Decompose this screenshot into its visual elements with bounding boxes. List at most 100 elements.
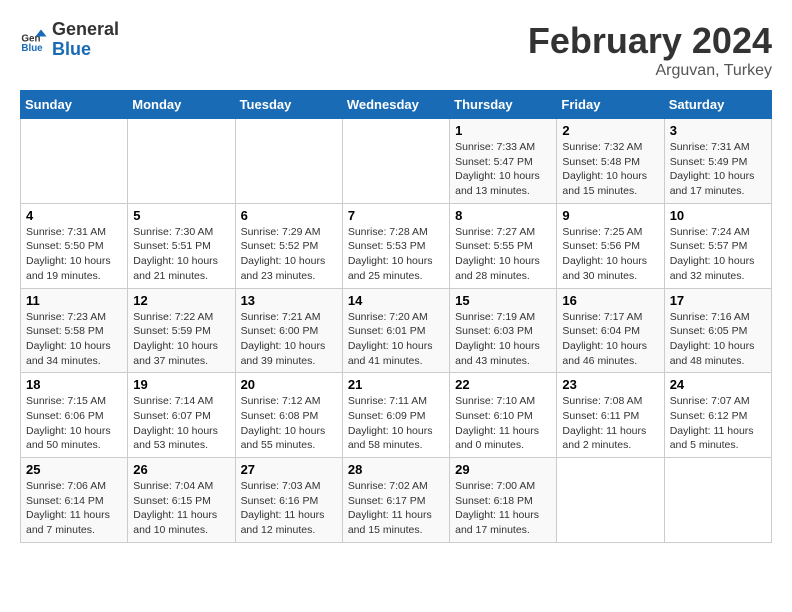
- day-info: Sunrise: 7:10 AM Sunset: 6:10 PM Dayligh…: [455, 394, 551, 453]
- day-info: Sunrise: 7:25 AM Sunset: 5:56 PM Dayligh…: [562, 225, 658, 284]
- header-friday: Friday: [557, 91, 664, 119]
- calendar-cell: 22 Sunrise: 7:10 AM Sunset: 6:10 PM Dayli…: [450, 373, 557, 458]
- logo: Gen Blue General Blue: [20, 20, 119, 60]
- day-info: Sunrise: 7:08 AM Sunset: 6:11 PM Dayligh…: [562, 394, 658, 453]
- day-number: 25: [26, 462, 122, 477]
- svg-text:Blue: Blue: [21, 43, 43, 54]
- calendar-cell: [664, 458, 771, 543]
- calendar-cell: 15 Sunrise: 7:19 AM Sunset: 6:03 PM Dayli…: [450, 288, 557, 373]
- header-saturday: Saturday: [664, 91, 771, 119]
- day-info: Sunrise: 7:27 AM Sunset: 5:55 PM Dayligh…: [455, 225, 551, 284]
- title-block: February 2024 Arguvan, Turkey: [528, 20, 772, 80]
- calendar-cell: 16 Sunrise: 7:17 AM Sunset: 6:04 PM Dayli…: [557, 288, 664, 373]
- day-info: Sunrise: 7:31 AM Sunset: 5:49 PM Dayligh…: [670, 140, 766, 199]
- day-number: 26: [133, 462, 229, 477]
- day-number: 14: [348, 293, 444, 308]
- logo-general: General: [52, 20, 119, 40]
- week-row-1: 4Sunrise: 7:31 AM Sunset: 5:50 PM Daylig…: [21, 203, 772, 288]
- day-info: Sunrise: 7:03 AM Sunset: 6:16 PM Dayligh…: [241, 479, 337, 538]
- calendar-cell: 11 Sunrise: 7:23 AM Sunset: 5:58 PM Dayli…: [21, 288, 128, 373]
- week-row-4: 25 Sunrise: 7:06 AM Sunset: 6:14 PM Dayli…: [21, 458, 772, 543]
- day-info: Sunrise: 7:06 AM Sunset: 6:14 PM Dayligh…: [26, 479, 122, 538]
- day-number: 16: [562, 293, 658, 308]
- day-info: Sunrise: 7:07 AM Sunset: 6:12 PM Dayligh…: [670, 394, 766, 453]
- calendar-cell: [342, 119, 449, 204]
- calendar-cell: 26 Sunrise: 7:04 AM Sunset: 6:15 PM Dayli…: [128, 458, 235, 543]
- calendar-title: February 2024: [528, 20, 772, 62]
- page-header: Gen Blue General Blue February 2024 Argu…: [20, 20, 772, 80]
- day-info: Sunrise: 7:15 AM Sunset: 6:06 PM Dayligh…: [26, 394, 122, 453]
- day-number: 6: [241, 208, 337, 223]
- calendar-cell: 8 Sunrise: 7:27 AM Sunset: 5:55 PM Daylig…: [450, 203, 557, 288]
- day-info: Sunrise: 7:31 AM Sunset: 5:50 PM Dayligh…: [26, 225, 122, 284]
- calendar-cell: 19Sunrise: 7:14 AM Sunset: 6:07 PM Dayli…: [128, 373, 235, 458]
- calendar-cell: 24 Sunrise: 7:07 AM Sunset: 6:12 PM Dayli…: [664, 373, 771, 458]
- calendar-cell: 6 Sunrise: 7:29 AM Sunset: 5:52 PM Daylig…: [235, 203, 342, 288]
- day-info: Sunrise: 7:29 AM Sunset: 5:52 PM Dayligh…: [241, 225, 337, 284]
- day-info: Sunrise: 7:30 AM Sunset: 5:51 PM Dayligh…: [133, 225, 229, 284]
- calendar-cell: 18 Sunrise: 7:15 AM Sunset: 6:06 PM Dayli…: [21, 373, 128, 458]
- day-info: Sunrise: 7:21 AM Sunset: 6:00 PM Dayligh…: [241, 310, 337, 369]
- day-info: Sunrise: 7:28 AM Sunset: 5:53 PM Dayligh…: [348, 225, 444, 284]
- logo-icon: Gen Blue: [20, 26, 48, 54]
- day-info: Sunrise: 7:17 AM Sunset: 6:04 PM Dayligh…: [562, 310, 658, 369]
- calendar-subtitle: Arguvan, Turkey: [528, 62, 772, 80]
- calendar-cell: [128, 119, 235, 204]
- calendar-cell: 23 Sunrise: 7:08 AM Sunset: 6:11 PM Dayli…: [557, 373, 664, 458]
- calendar-cell: 7 Sunrise: 7:28 AM Sunset: 5:53 PM Daylig…: [342, 203, 449, 288]
- day-info: Sunrise: 7:33 AM Sunset: 5:47 PM Dayligh…: [455, 140, 551, 199]
- day-number: 10: [670, 208, 766, 223]
- header-monday: Monday: [128, 91, 235, 119]
- day-number: 29: [455, 462, 551, 477]
- calendar-cell: 25 Sunrise: 7:06 AM Sunset: 6:14 PM Dayli…: [21, 458, 128, 543]
- logo-blue: Blue: [52, 40, 119, 60]
- day-number: 12: [133, 293, 229, 308]
- day-info: Sunrise: 7:12 AM Sunset: 6:08 PM Dayligh…: [241, 394, 337, 453]
- day-number: 8: [455, 208, 551, 223]
- calendar-cell: 12Sunrise: 7:22 AM Sunset: 5:59 PM Dayli…: [128, 288, 235, 373]
- day-number: 9: [562, 208, 658, 223]
- calendar-cell: [21, 119, 128, 204]
- calendar-cell: 2Sunrise: 7:32 AM Sunset: 5:48 PM Daylig…: [557, 119, 664, 204]
- day-number: 5: [133, 208, 229, 223]
- day-number: 11: [26, 293, 122, 308]
- header-thursday: Thursday: [450, 91, 557, 119]
- week-row-0: 1Sunrise: 7:33 AM Sunset: 5:47 PM Daylig…: [21, 119, 772, 204]
- calendar-header-row: SundayMondayTuesdayWednesdayThursdayFrid…: [21, 91, 772, 119]
- calendar-cell: 14 Sunrise: 7:20 AM Sunset: 6:01 PM Dayli…: [342, 288, 449, 373]
- day-number: 17: [670, 293, 766, 308]
- day-number: 15: [455, 293, 551, 308]
- calendar-cell: 5 Sunrise: 7:30 AM Sunset: 5:51 PM Daylig…: [128, 203, 235, 288]
- calendar-table: SundayMondayTuesdayWednesdayThursdayFrid…: [20, 90, 772, 543]
- calendar-cell: 17 Sunrise: 7:16 AM Sunset: 6:05 PM Dayli…: [664, 288, 771, 373]
- day-info: Sunrise: 7:23 AM Sunset: 5:58 PM Dayligh…: [26, 310, 122, 369]
- calendar-cell: 20 Sunrise: 7:12 AM Sunset: 6:08 PM Dayli…: [235, 373, 342, 458]
- header-sunday: Sunday: [21, 91, 128, 119]
- day-number: 28: [348, 462, 444, 477]
- day-info: Sunrise: 7:19 AM Sunset: 6:03 PM Dayligh…: [455, 310, 551, 369]
- day-number: 22: [455, 377, 551, 392]
- day-number: 13: [241, 293, 337, 308]
- header-wednesday: Wednesday: [342, 91, 449, 119]
- calendar-cell: 27 Sunrise: 7:03 AM Sunset: 6:16 PM Dayli…: [235, 458, 342, 543]
- day-info: Sunrise: 7:04 AM Sunset: 6:15 PM Dayligh…: [133, 479, 229, 538]
- day-number: 24: [670, 377, 766, 392]
- day-number: 2: [562, 123, 658, 138]
- day-number: 27: [241, 462, 337, 477]
- calendar-cell: 3Sunrise: 7:31 AM Sunset: 5:49 PM Daylig…: [664, 119, 771, 204]
- day-number: 20: [241, 377, 337, 392]
- day-number: 18: [26, 377, 122, 392]
- calendar-cell: 4Sunrise: 7:31 AM Sunset: 5:50 PM Daylig…: [21, 203, 128, 288]
- calendar-cell: 9 Sunrise: 7:25 AM Sunset: 5:56 PM Daylig…: [557, 203, 664, 288]
- day-info: Sunrise: 7:20 AM Sunset: 6:01 PM Dayligh…: [348, 310, 444, 369]
- day-number: 23: [562, 377, 658, 392]
- day-number: 19: [133, 377, 229, 392]
- day-info: Sunrise: 7:16 AM Sunset: 6:05 PM Dayligh…: [670, 310, 766, 369]
- week-row-2: 11 Sunrise: 7:23 AM Sunset: 5:58 PM Dayli…: [21, 288, 772, 373]
- calendar-cell: 1Sunrise: 7:33 AM Sunset: 5:47 PM Daylig…: [450, 119, 557, 204]
- calendar-cell: 28Sunrise: 7:02 AM Sunset: 6:17 PM Dayli…: [342, 458, 449, 543]
- header-tuesday: Tuesday: [235, 91, 342, 119]
- week-row-3: 18 Sunrise: 7:15 AM Sunset: 6:06 PM Dayli…: [21, 373, 772, 458]
- calendar-cell: 13 Sunrise: 7:21 AM Sunset: 6:00 PM Dayli…: [235, 288, 342, 373]
- day-number: 7: [348, 208, 444, 223]
